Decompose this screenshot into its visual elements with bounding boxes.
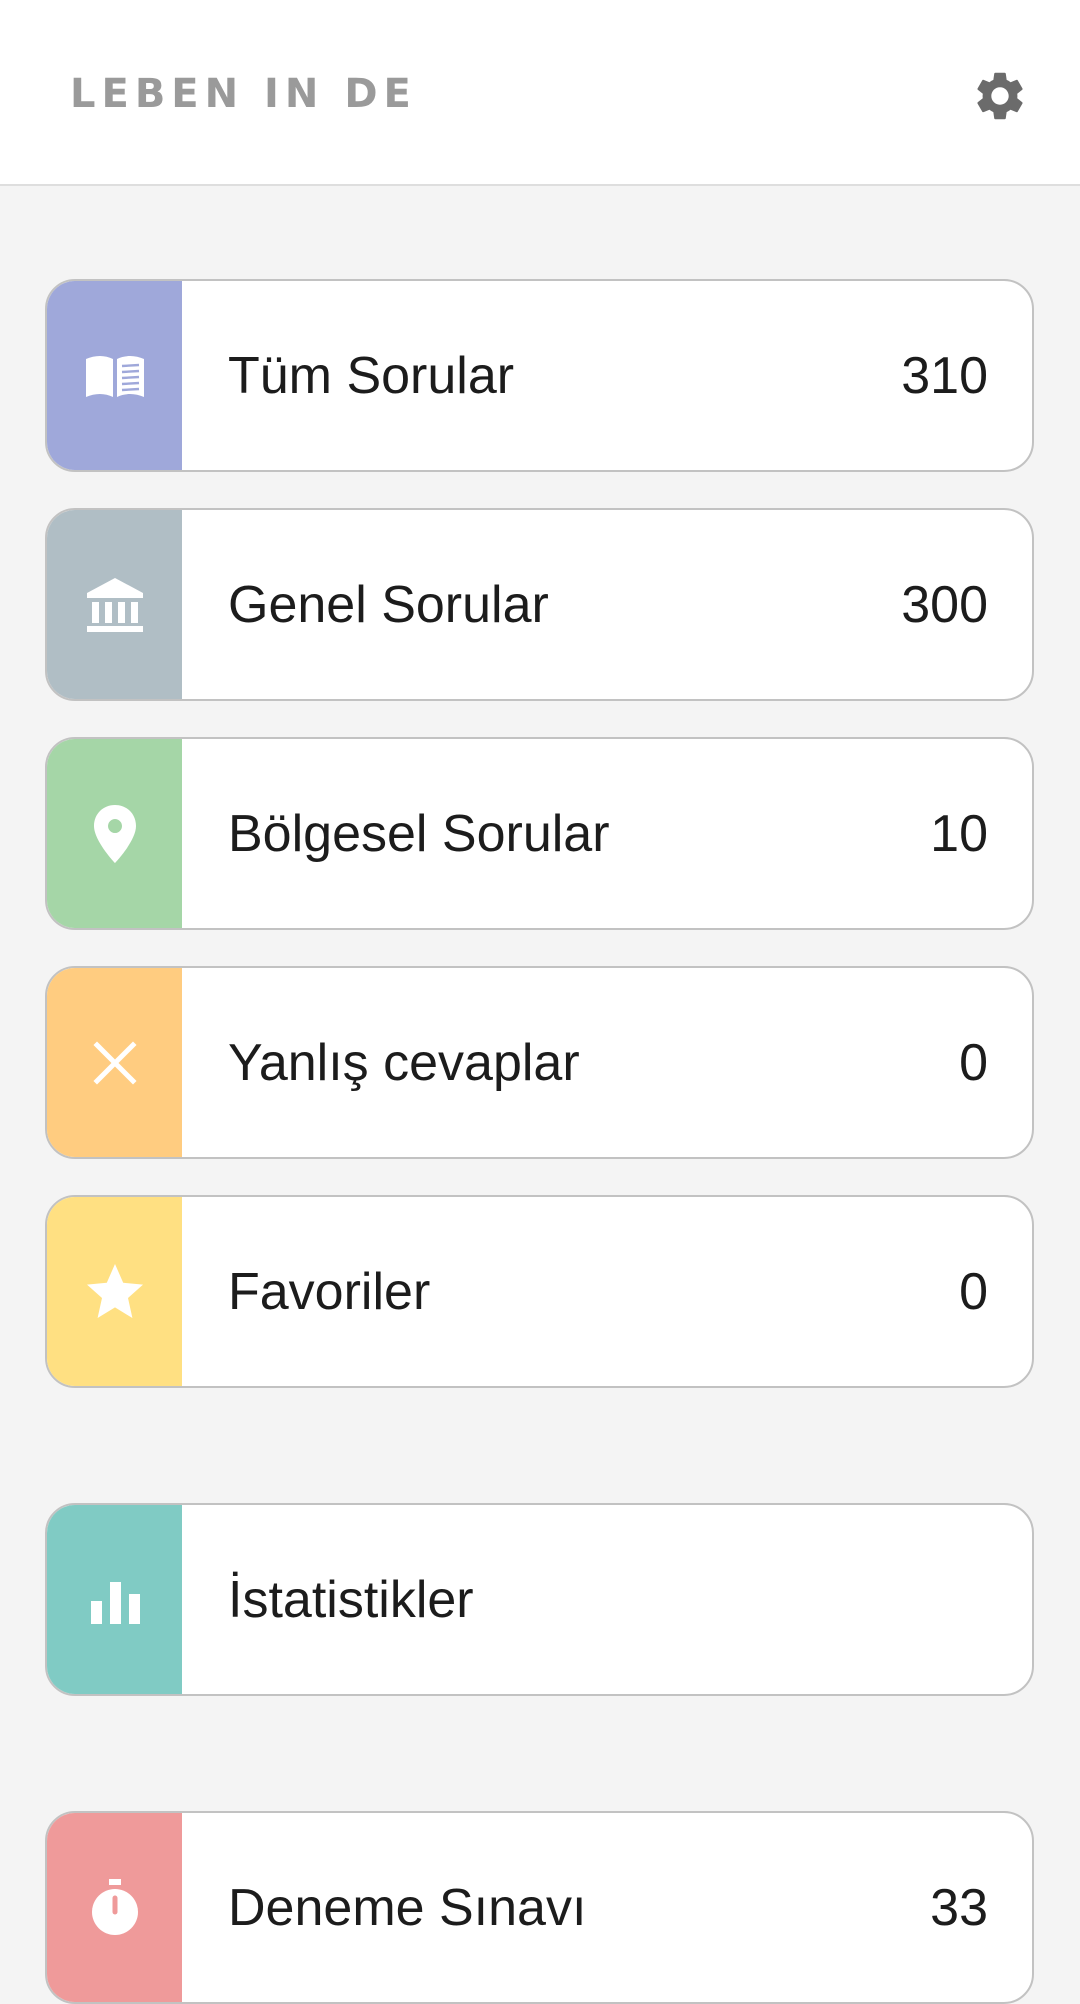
- card-label: Tüm Sorular: [228, 346, 515, 405]
- bank-icon: [86, 577, 143, 632]
- icon-box-practice-exam: [47, 1813, 182, 2002]
- icon-box-favorites: [47, 1197, 182, 1386]
- card-label: Yanlış cevaplar: [228, 1033, 580, 1092]
- map-pin-icon: [93, 804, 136, 863]
- star-icon: [86, 1263, 143, 1318]
- card-count: 33: [930, 1878, 988, 1937]
- stopwatch-icon: [91, 1878, 138, 1935]
- icon-box-all-questions: [47, 281, 182, 470]
- card-practice-exam[interactable]: Deneme Sınavı 33: [45, 1811, 1034, 2004]
- icon-box-wrong-answers: [47, 968, 182, 1157]
- card-all-questions[interactable]: Tüm Sorular 310: [45, 279, 1034, 472]
- close-icon: [92, 1040, 137, 1085]
- card-label: İstatistikler: [228, 1570, 474, 1629]
- card-label: Favoriler: [228, 1262, 431, 1321]
- card-regional-questions[interactable]: Bölgesel Sorular 10: [45, 737, 1034, 930]
- open-book-icon: [85, 355, 144, 397]
- card-count: 300: [901, 575, 988, 634]
- card-label: Deneme Sınavı: [228, 1878, 587, 1937]
- card-general-questions[interactable]: Genel Sorular 300: [45, 508, 1034, 701]
- card-label: Bölgesel Sorular: [228, 804, 610, 863]
- card-favorites[interactable]: Favoriler 0: [45, 1195, 1034, 1388]
- bar-chart-icon: [90, 1581, 140, 1624]
- gear-icon: [977, 72, 1023, 120]
- icon-box-general-questions: [47, 510, 182, 699]
- settings-button[interactable]: [968, 64, 1032, 128]
- app-title: LEBEN IN DE: [70, 71, 417, 117]
- card-statistics[interactable]: İstatistikler: [45, 1503, 1034, 1696]
- card-count: 10: [930, 804, 988, 863]
- icon-box-regional-questions: [47, 739, 182, 928]
- card-wrong-answers[interactable]: Yanlış cevaplar 0: [45, 966, 1034, 1159]
- icon-box-statistics: [47, 1505, 182, 1694]
- card-count: 0: [959, 1033, 988, 1092]
- card-label: Genel Sorular: [228, 575, 549, 634]
- card-count: 310: [901, 346, 988, 405]
- app-header: LEBEN IN DE: [0, 0, 1080, 186]
- card-count: 0: [959, 1262, 988, 1321]
